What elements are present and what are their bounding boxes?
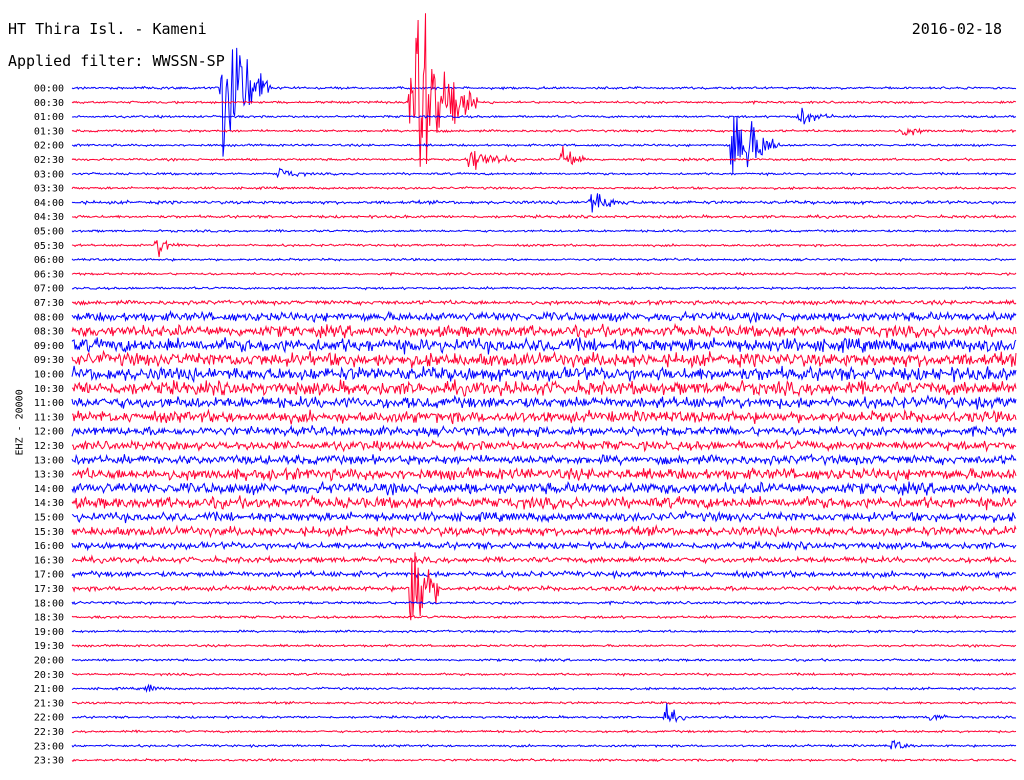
trace-0930 [71,349,1017,369]
trace-0700 [71,285,1017,291]
time-tick-label: 10:00 [34,370,64,381]
trace-1000 [71,365,1017,384]
time-tick-label: 14:00 [34,484,64,495]
time-tick-labels: 00:00 00:30 01:00 01:30 02:00 02:30 03:00 03:30… [34,84,64,767]
trace-0200 [71,116,1017,173]
time-tick-label: 16:30 [34,555,64,566]
time-tick-label: 22:30 [34,727,64,738]
trace-2130 [71,700,1017,706]
time-tick-label: 15:00 [34,513,64,524]
time-tick-label: 14:30 [34,498,64,509]
trace-2000 [71,657,1017,663]
time-tick-label: 07:00 [34,284,64,295]
trace-0800 [71,309,1017,324]
time-tick-label: 07:30 [34,298,64,309]
trace-0030 [71,13,1017,167]
time-tick-label: 01:30 [34,126,64,137]
trace-1200 [71,424,1017,438]
time-tick-label: 22:00 [34,713,64,724]
trace-0500 [71,228,1017,234]
trace-1630 [71,554,1017,565]
time-tick-label: 11:30 [34,412,64,423]
time-tick-label: 13:30 [34,470,64,481]
trace-0330 [71,185,1017,191]
time-tick-label: 00:00 [34,84,64,95]
time-tick-label: 19:30 [34,641,64,652]
time-tick-label: 20:30 [34,670,64,681]
trace-0130 [71,127,1017,136]
trace-0830 [71,322,1017,339]
time-tick-label: 18:00 [34,598,64,609]
time-tick-label: 21:30 [34,698,64,709]
time-tick-label: 12:00 [34,427,64,438]
trace-0600 [71,257,1017,263]
trace-1530 [71,523,1017,539]
trace-1330 [71,466,1017,482]
trace-1130 [72,408,1017,425]
time-tick-label: 20:00 [34,656,64,667]
seismogram-plot: 00:00 00:30 01:00 01:30 02:00 02:30 03:00 03:30… [34,13,1017,767]
time-tick-label: 17:00 [34,570,64,581]
time-tick-label: 12:30 [34,441,64,452]
time-tick-label: 01:00 [34,112,64,123]
trace-1830 [71,614,1017,620]
time-tick-label: 00:30 [34,98,64,109]
time-tick-label: 11:00 [34,398,64,409]
time-tick-label: 08:30 [34,327,64,338]
time-tick-label: 18:30 [34,613,64,624]
trace-1600 [71,540,1017,552]
time-tick-label: 09:00 [34,341,64,352]
time-tick-label: 16:00 [34,541,64,552]
trace-0630 [71,271,1017,277]
trace-0300 [71,167,1017,179]
time-tick-label: 06:30 [34,269,64,280]
trace-1400 [71,480,1017,496]
trace-0400 [71,193,1017,213]
trace-0530 [71,239,1017,258]
trace-2100 [71,683,1017,693]
time-tick-label: 23:30 [34,756,64,767]
time-tick-label: 06:00 [34,255,64,266]
time-tick-label: 05:00 [34,227,64,238]
time-tick-label: 13:00 [34,455,64,466]
time-tick-label: 19:00 [34,627,64,638]
trace-2030 [71,672,1017,677]
time-tick-label: 04:30 [34,212,64,223]
time-tick-label: 04:00 [34,198,64,209]
trace-1700 [71,569,1017,580]
trace-1230 [71,438,1017,453]
time-tick-label: 03:00 [34,169,64,180]
trace-1100 [71,394,1017,410]
time-tick-label: 02:00 [34,141,64,152]
trace-2200 [71,703,1017,724]
time-tick-label: 08:00 [34,312,64,323]
trace-0230 [71,145,1016,170]
trace-1800 [71,600,1017,606]
trace-1430 [71,494,1017,511]
trace-group [71,13,1017,763]
trace-1730 [71,552,1017,621]
trace-2230 [71,729,1017,734]
time-tick-label: 17:30 [34,584,64,595]
time-tick-label: 02:30 [34,155,64,166]
time-tick-label: 21:00 [34,684,64,695]
trace-2330 [71,757,1017,763]
time-tick-label: 05:30 [34,241,64,252]
trace-1300 [71,453,1017,467]
trace-0430 [71,213,1017,220]
trace-1930 [71,643,1017,649]
time-tick-label: 10:30 [34,384,64,395]
time-tick-label: 09:30 [34,355,64,366]
time-tick-label: 23:00 [34,741,64,752]
trace-1500 [71,510,1017,524]
time-tick-label: 15:30 [34,527,64,538]
trace-1900 [71,629,1017,634]
trace-2300 [71,739,1017,750]
trace-0730 [71,298,1017,307]
trace-0100 [71,107,1017,125]
trace-1030 [71,379,1017,398]
trace-0900 [71,336,1017,355]
time-tick-label: 03:30 [34,184,64,195]
